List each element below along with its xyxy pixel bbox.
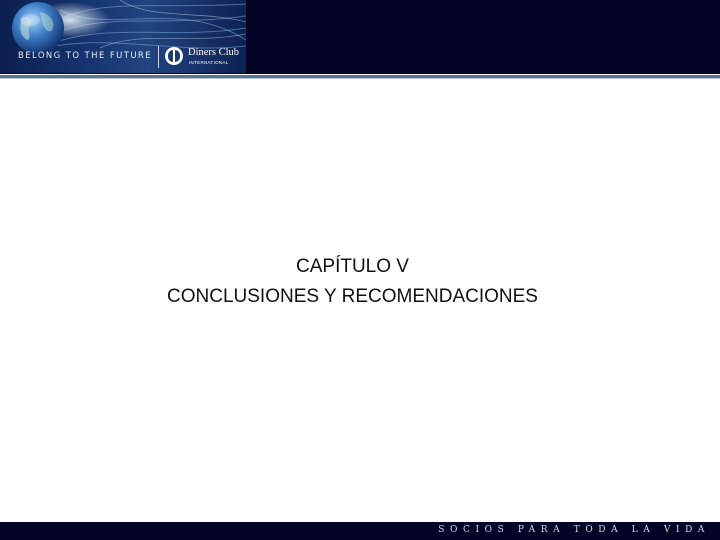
footer-motto: SOCIOS PARA TODA LA VIDA: [438, 525, 710, 535]
chapter-subtitle: CONCLUSIONES Y RECOMENDACIONES: [167, 286, 538, 307]
slide-title: CAPÍTULO V CONCLUSIONES Y RECOMENDACIONE…: [0, 252, 705, 312]
brand-subtitle: INTERNATIONAL: [189, 60, 229, 65]
logo-divider: [158, 46, 159, 68]
chapter-title: CAPÍTULO V: [296, 256, 409, 277]
header-rule-light: [0, 78, 720, 79]
diners-club-logo-icon: [165, 47, 183, 65]
banner-tagline: BELONG TO THE FUTURE: [18, 51, 153, 61]
header-banner: BELONG TO THE FUTURE Diners Club INTERNA…: [0, 0, 246, 73]
slide: BELONG TO THE FUTURE Diners Club INTERNA…: [0, 0, 720, 540]
brand-name: Diners Club: [188, 47, 240, 58]
